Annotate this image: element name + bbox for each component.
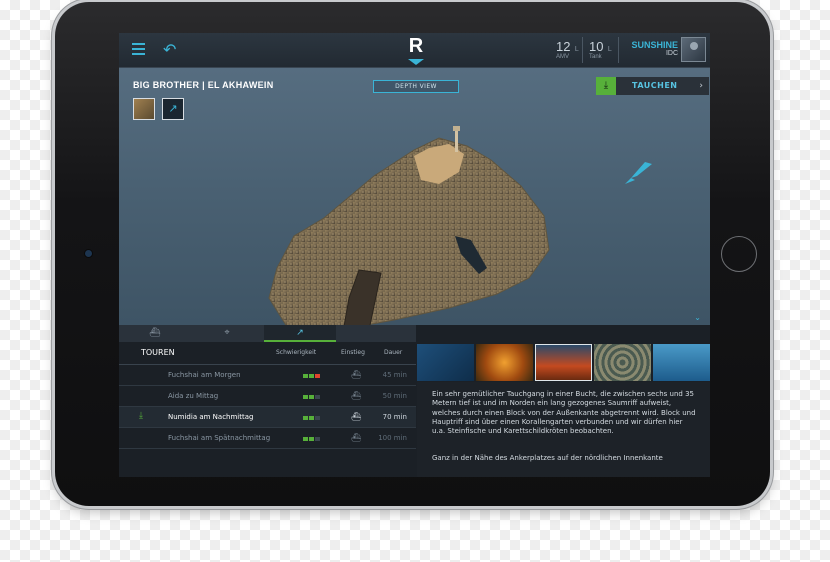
panel-tabs: ⛴ ⌖ ↗ — [119, 325, 416, 342]
tour-duration: 70 min — [382, 413, 407, 421]
tank-value: 10 — [589, 39, 604, 54]
logo-letter: R — [408, 35, 424, 57]
tours-header: TOUREN Schwierigkeit Einstieg Dauer — [119, 342, 416, 365]
depth-view-button[interactable]: DEPTH VIEW — [373, 80, 459, 93]
tour-row[interactable]: Fuchshai am Spätnachmittag ⛴ 100 min — [119, 428, 416, 449]
diver-thumbnail-icon[interactable]: ↗ — [162, 98, 184, 120]
user-info[interactable]: SUNSHINE IDC — [631, 40, 678, 57]
site-description: Ein sehr gemütlicher Tauchgang in einer … — [417, 382, 710, 477]
tours-title: TOUREN — [141, 348, 175, 357]
tour-name: Numidia am Nachmittag — [168, 413, 254, 421]
amv-label: AMV — [556, 54, 570, 60]
tour-duration: 100 min — [378, 434, 407, 442]
boat-entry-icon: ⛴ — [351, 433, 362, 442]
difficulty-bars — [303, 395, 321, 399]
amv-value: 12 — [556, 39, 571, 54]
site-title: BIG BROTHER | EL AKHAWEIN — [133, 80, 274, 90]
tank-label: Tank — [589, 54, 602, 60]
amv-stat: 12 L AMV — [556, 38, 579, 60]
col-duration: Dauer — [384, 349, 403, 356]
boat-entry-icon: ⛴ — [351, 412, 362, 421]
photo-thumbnail[interactable] — [476, 344, 533, 381]
tour-name: Fuchshai am Morgen — [168, 371, 241, 379]
photo-thumbnail-selected[interactable] — [535, 344, 592, 381]
dive-button[interactable]: ⤓ TAUCHEN › — [596, 77, 709, 95]
tour-duration: 50 min — [382, 392, 407, 400]
boat-entry-icon: ⛴ — [351, 391, 362, 400]
dive-icon: ⤓ — [596, 77, 616, 95]
dive-button-label: TAUCHEN — [632, 81, 678, 90]
difficulty-bars — [303, 416, 321, 420]
chevron-right-icon: › — [699, 81, 703, 91]
back-arrow-icon[interactable]: ↶ — [163, 40, 176, 59]
dive-site-3d-view[interactable]: BIG BROTHER | EL AKHAWEIN DEPTH VIEW ⤓ T… — [119, 68, 710, 325]
app-screen: ↶ R 12 L AMV 10 L Tank SUNSHINE IDC BIG … — [119, 33, 710, 477]
tank-stat: 10 L Tank — [589, 38, 612, 60]
photo-thumbnail[interactable] — [594, 344, 651, 381]
tab-location[interactable]: ⌖ — [191, 325, 263, 342]
boat-entry-icon: ⛴ — [351, 370, 362, 379]
photo-thumbnail[interactable] — [417, 344, 474, 381]
difficulty-bars — [303, 437, 321, 441]
tank-unit: L — [607, 46, 612, 53]
tab-diver[interactable]: ↗ — [264, 325, 336, 342]
col-entry: Einstieg — [341, 349, 365, 356]
home-button[interactable] — [721, 236, 757, 272]
logo-chevron-icon — [408, 59, 424, 65]
difficulty-bars — [303, 374, 321, 378]
divider — [582, 37, 583, 63]
tour-name: Fuchshai am Spätnachmittag — [168, 434, 271, 442]
user-role: IDC — [665, 50, 678, 57]
avatar[interactable] — [681, 37, 706, 62]
description-paragraph: Ein sehr gemütlicher Tauchgang in einer … — [432, 390, 696, 436]
tours-panel: TOUREN Schwierigkeit Einstieg Dauer Fuch… — [119, 342, 416, 477]
photo-thumbnail[interactable] — [653, 344, 710, 381]
top-bar: ↶ R 12 L AMV 10 L Tank SUNSHINE IDC — [119, 33, 710, 68]
divider — [618, 37, 619, 63]
tour-name: Aida zu Mittag — [168, 392, 219, 400]
tour-duration: 45 min — [382, 371, 407, 379]
app-logo: R — [402, 33, 430, 73]
tour-row[interactable]: Aida zu Mittag ⛴ 50 min — [119, 386, 416, 407]
tab-boat[interactable]: ⛴ — [119, 325, 191, 342]
col-difficulty: Schwierigkeit — [276, 349, 317, 356]
camera-dot — [85, 250, 92, 257]
amv-unit: L — [574, 46, 579, 53]
user-name: SUNSHINE — [631, 40, 678, 50]
hamburger-menu-icon[interactable] — [132, 43, 145, 55]
reef-model — [268, 126, 652, 325]
expand-chevron-icon[interactable]: ⌄ — [694, 313, 701, 322]
tour-row[interactable]: Fuchshai am Morgen ⛴ 45 min — [119, 365, 416, 386]
photo-strip — [417, 344, 710, 382]
site-thumbnail[interactable] — [133, 98, 155, 120]
tour-row-selected[interactable]: ⤓ Numidia am Nachmittag ⛴ 70 min — [119, 407, 416, 428]
dive-download-icon: ⤓ — [139, 411, 143, 421]
description-paragraph: Ganz in der Nähe des Ankerplatzes auf de… — [432, 454, 663, 462]
